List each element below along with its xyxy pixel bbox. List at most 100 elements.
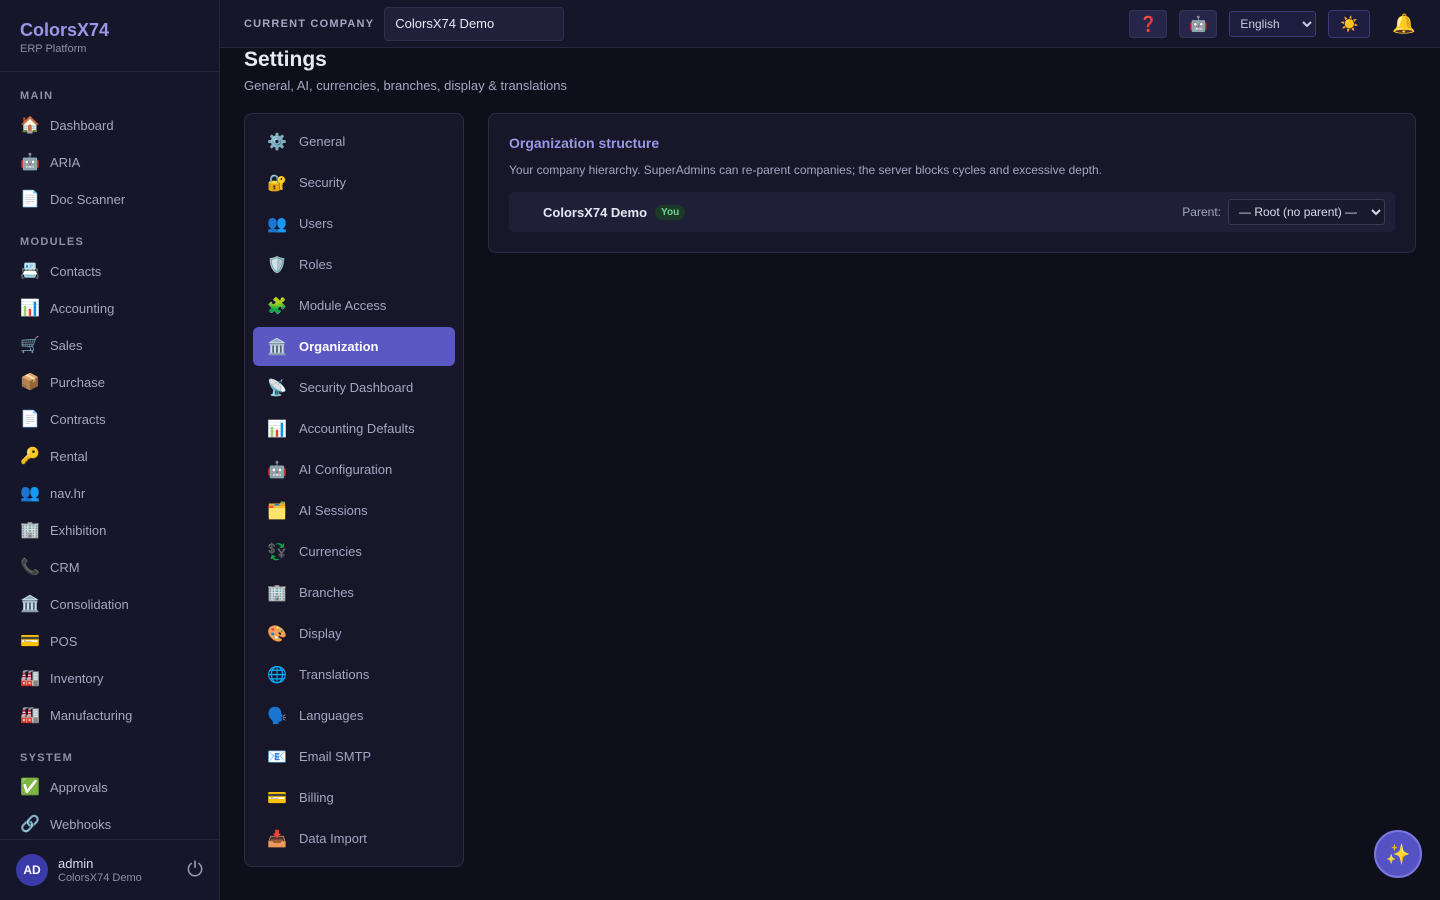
- sparkles-icon: ✨: [1385, 843, 1411, 866]
- sidebar-item-label: Doc Scanner: [50, 192, 126, 207]
- sidebar-item-pos[interactable]: 💳 POS: [0, 623, 219, 660]
- user-company: ColorsX74 Demo: [58, 872, 142, 884]
- settings-tab-users[interactable]: 👥 Users: [253, 204, 455, 243]
- settings-tab-translations[interactable]: 🌐 Translations: [253, 655, 455, 694]
- settings-tab-label: Translations: [299, 667, 370, 682]
- sidebar-item-aria[interactable]: 🤖 ARIA: [0, 144, 219, 181]
- sidebar-item-label: Contacts: [50, 264, 102, 279]
- ai-assistant-button[interactable]: 🤖: [1179, 10, 1218, 38]
- nav-section-title: MODULES: [20, 236, 85, 248]
- sidebar-item-crm[interactable]: 📞 CRM: [0, 549, 219, 586]
- parent-label: Parent:: [1182, 205, 1221, 219]
- settings-tab-accounting-defaults[interactable]: 📊 Accounting Defaults: [253, 409, 455, 448]
- sidebar-item-label: Accounting: [50, 301, 115, 316]
- settings-tab-email-smtp[interactable]: 📧 Email SMTP: [253, 737, 455, 776]
- sidebar-item-exhibition[interactable]: 🏢 Exhibition: [0, 512, 219, 549]
- settings-tab-security[interactable]: 🔐 Security: [253, 163, 455, 202]
- you-badge: You: [655, 204, 686, 220]
- settings-tab-currencies[interactable]: 💱 Currencies: [253, 532, 455, 571]
- power-icon[interactable]: ⏻: [187, 859, 203, 882]
- contracts-icon: 📄: [20, 410, 40, 428]
- ai-sessions-icon: 🗂️: [267, 502, 287, 520]
- sidebar-item-manufacturing[interactable]: 🏭 Manufacturing: [0, 697, 219, 734]
- settings-tab-label: Data Import: [299, 831, 367, 846]
- settings-tab-general[interactable]: ⚙️ General: [253, 122, 455, 161]
- translations-icon: 🌐: [267, 666, 287, 684]
- nav-section-title: MAIN: [20, 90, 54, 102]
- sidebar-item-inventory[interactable]: 🏭 Inventory: [0, 660, 219, 697]
- help-icon: ❓: [1138, 16, 1158, 33]
- crm-icon: 📞: [20, 558, 40, 576]
- sidebar-item-nav-hr[interactable]: 👥 nav.hr: [0, 475, 219, 512]
- settings-tab-ai-sessions[interactable]: 🗂️ AI Sessions: [253, 491, 455, 530]
- sidebar-item-dashboard[interactable]: 🏠 Dashboard: [0, 107, 219, 144]
- sidebar-item-label: Consolidation: [50, 597, 129, 612]
- users-icon: 👥: [267, 215, 287, 233]
- settings-tab-security-dashboard[interactable]: 📡 Security Dashboard: [253, 368, 455, 407]
- user-info: admin ColorsX74 Demo: [58, 856, 187, 884]
- help-button[interactable]: ❓: [1129, 10, 1168, 38]
- sales-icon: 🛒: [20, 336, 40, 354]
- company-input[interactable]: [384, 6, 565, 41]
- settings-tab-ai-configuration[interactable]: 🤖 AI Configuration: [253, 450, 455, 489]
- organization-icon: 🏛️: [267, 338, 287, 356]
- sidebar-item-accounting[interactable]: 📊 Accounting: [0, 290, 219, 327]
- avatar[interactable]: AD: [16, 854, 48, 886]
- settings-tab-organization[interactable]: 🏛️ Organization: [253, 327, 455, 366]
- settings-tab-branches[interactable]: 🏢 Branches: [253, 573, 455, 612]
- ai-fab-button[interactable]: ✨: [1374, 830, 1422, 878]
- settings-tab-label: Display: [299, 626, 342, 641]
- manufacturing-icon: 🏭: [20, 706, 40, 724]
- sidebar-nav: MAIN 🏠 Dashboard 🤖 ARIA 📄 Doc Scanner MODULES 📇 C…: [0, 72, 219, 839]
- sidebar-item-approvals[interactable]: ✅ Approvals: [0, 769, 219, 806]
- rental-icon: 🔑: [20, 447, 40, 465]
- sidebar-item-doc-scanner[interactable]: 📄 Doc Scanner: [0, 181, 219, 218]
- sidebar-item-label: Approvals: [50, 780, 108, 795]
- aria-icon: 🤖: [20, 153, 40, 171]
- general-icon: ⚙️: [267, 133, 287, 151]
- settings-tab-display[interactable]: 🎨 Display: [253, 614, 455, 653]
- theme-toggle-button[interactable]: ☀️: [1328, 10, 1371, 38]
- topbar: CURRENT COMPANY ❓ 🤖 English ☀️ 🔔: [220, 0, 1440, 48]
- current-company-label: CURRENT COMPANY: [244, 17, 375, 30]
- settings-tab-label: Security: [299, 175, 346, 190]
- settings-tab-label: General: [299, 134, 346, 149]
- language-select[interactable]: English: [1229, 11, 1317, 37]
- settings-tab-label: Accounting Defaults: [299, 421, 415, 436]
- page-subtitle: General, AI, currencies, branches, displ…: [244, 78, 567, 93]
- settings-tab-languages[interactable]: 🗣️ Languages: [253, 696, 455, 735]
- sidebar-item-label: Webhooks: [50, 817, 112, 832]
- sidebar-item-purchase[interactable]: 📦 Purchase: [0, 364, 219, 401]
- robot-icon: 🤖: [1188, 16, 1208, 33]
- settings-tab-label: Languages: [299, 708, 364, 723]
- billing-icon: 💳: [267, 789, 287, 807]
- module-access-icon: 🧩: [267, 297, 287, 315]
- dashboard-icon: 🏠: [20, 116, 40, 134]
- settings-tab-label: Security Dashboard: [299, 380, 414, 395]
- purchase-icon: 📦: [20, 373, 40, 391]
- sidebar-item-contracts[interactable]: 📄 Contracts: [0, 401, 219, 438]
- sidebar-item-label: Rental: [50, 449, 88, 464]
- settings-tab-label: Module Access: [299, 298, 387, 313]
- parent-select[interactable]: — Root (no parent) —: [1228, 199, 1385, 225]
- settings-tab-billing[interactable]: 💳 Billing: [253, 778, 455, 817]
- sidebar-item-label: Inventory: [50, 671, 104, 686]
- user-name: admin: [58, 856, 94, 871]
- bell-icon[interactable]: 🔔: [1392, 12, 1416, 36]
- user-panel: AD admin ColorsX74 Demo ⏻: [0, 839, 219, 900]
- settings-tab-label: Currencies: [299, 544, 362, 559]
- settings-tab-module-access[interactable]: 🧩 Module Access: [253, 286, 455, 325]
- sidebar-item-consolidation[interactable]: 🏛️ Consolidation: [0, 586, 219, 623]
- sidebar-item-webhooks[interactable]: 🔗 Webhooks: [0, 806, 219, 839]
- sidebar-item-sales[interactable]: 🛒 Sales: [0, 327, 219, 364]
- settings-tab-data-import[interactable]: 📥 Data Import: [253, 819, 455, 858]
- languages-icon: 🗣️: [267, 707, 287, 725]
- settings-tab-roles[interactable]: 🛡️ Roles: [253, 245, 455, 284]
- settings-tab-label: Email SMTP: [299, 749, 372, 764]
- sidebar-item-label: POS: [50, 634, 78, 649]
- branches-icon: 🏢: [267, 584, 287, 602]
- org-company-row: ColorsX74 Demo You Parent: — Root (no pa…: [509, 192, 1395, 232]
- sidebar-item-rental[interactable]: 🔑 Rental: [0, 438, 219, 475]
- security-icon: 🔐: [267, 174, 287, 192]
- sidebar-item-contacts[interactable]: 📇 Contacts: [0, 253, 219, 290]
